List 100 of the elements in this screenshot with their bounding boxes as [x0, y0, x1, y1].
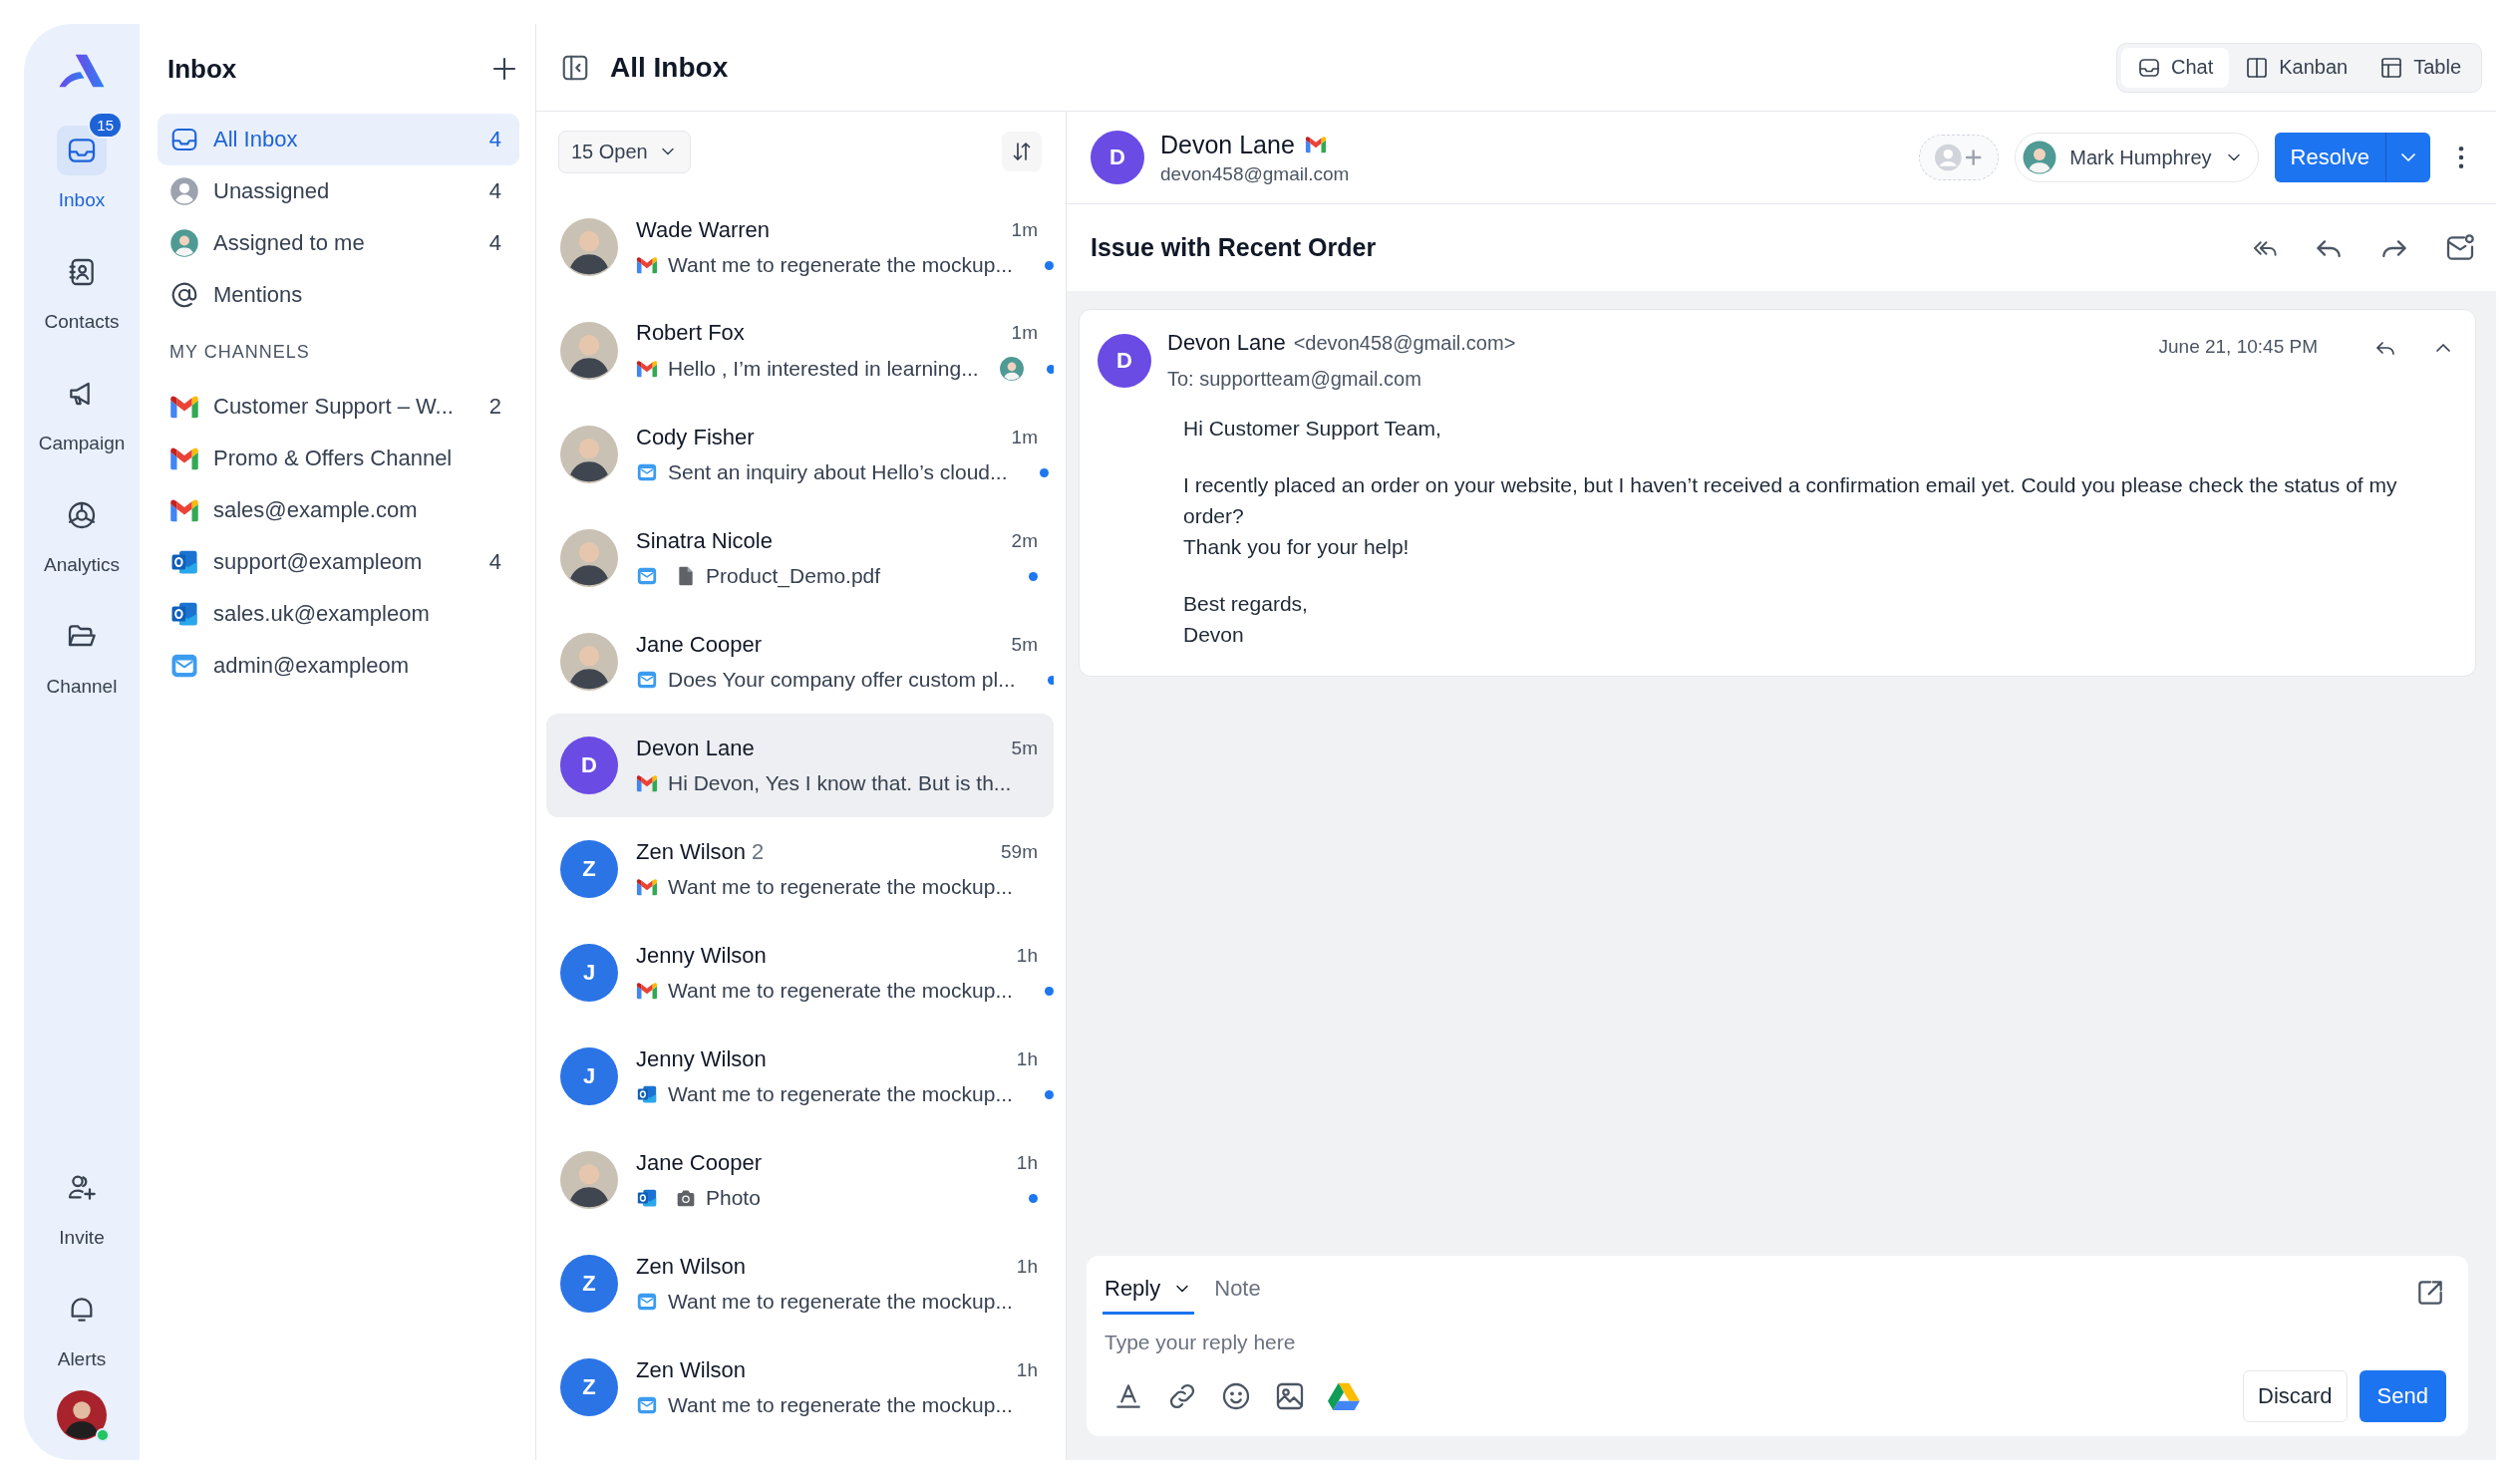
conversation-item[interactable]: Cody Fisher 1m Sent an inquiry about Hello’s cloud... — [546, 403, 1054, 506]
conversation-item[interactable]: Wade Warren 1m Want me to regenerate the mockup... — [546, 195, 1054, 299]
gmail-icon — [636, 772, 658, 794]
conversation-item[interactable]: Robert Fox 1m Hello , I’m interested in learning... — [546, 299, 1054, 403]
contact-name: Cody Fisher — [636, 425, 755, 450]
mail-icon — [636, 565, 658, 587]
nav-item[interactable]: Contacts — [32, 231, 132, 333]
avatar: D — [1091, 131, 1144, 184]
inbox-item[interactable]: All Inbox 4 — [158, 114, 519, 165]
nav-item[interactable]: 15 Inbox — [32, 110, 132, 211]
conversation-item[interactable]: Z Zen Wilson 1h Want me to regenerate the mockup... — [546, 1232, 1054, 1335]
message-preview: Want me to regenerate the mockup... — [668, 875, 1013, 899]
avatar: D — [560, 737, 618, 794]
view-tab[interactable]: Table — [2363, 47, 2477, 88]
emoji-icon[interactable] — [1220, 1380, 1252, 1412]
message-count: 2 — [752, 839, 765, 865]
inbox-item[interactable]: Mentions — [158, 269, 519, 321]
inbox-item[interactable]: Assigned to me 4 — [158, 217, 519, 269]
timestamp: 5m — [1011, 634, 1038, 656]
sender-email: <devon458@gmail.com> — [1293, 332, 1516, 355]
avatar: J — [560, 944, 618, 1002]
filter-dropdown[interactable]: 15 Open — [558, 130, 691, 173]
sort-icon[interactable] — [1002, 132, 1042, 171]
contact-name: Devon Lane — [636, 736, 755, 761]
message-preview: Want me to regenerate the mockup... — [668, 979, 1013, 1003]
gmail-icon — [636, 254, 658, 276]
inbox-item[interactable]: Unassigned 4 — [158, 165, 519, 217]
timestamp: 1m — [1011, 427, 1038, 448]
avatar — [2022, 140, 2058, 175]
inbox-item[interactable]: Promo & Offers Channel — [158, 433, 519, 484]
contact-name: Robert Fox — [636, 320, 745, 346]
inbox-item[interactable]: support@exampleom 4 — [158, 536, 519, 588]
reply-box[interactable]: Reply Note Type your reply here Discard Send — [1087, 1256, 2468, 1436]
conversation-item[interactable]: Jane Cooper 1h Photo — [546, 1128, 1054, 1232]
view-tab[interactable]: Kanban — [2229, 47, 2364, 88]
logo-icon[interactable] — [57, 52, 107, 90]
mail-icon — [636, 669, 658, 691]
email-subject: Issue with Recent Order — [1091, 233, 1377, 262]
avatar: Z — [560, 1358, 618, 1416]
avatar — [169, 228, 199, 258]
gmail-icon — [1304, 136, 1327, 153]
timestamp: 1h — [1016, 1152, 1038, 1174]
conversation-item[interactable]: D Devon Lane 5m Hi Devon, Yes I know that. But is th... — [546, 714, 1054, 817]
avatar — [560, 426, 618, 483]
message-preview: Hello , I’m interested in learning... — [668, 357, 979, 381]
timestamp: June 21, 10:45 PM — [2158, 336, 2318, 358]
contact-name: Jenny Wilson — [636, 943, 767, 969]
message-preview: Does Your company offer custom pl... — [668, 668, 1016, 692]
conversation-item[interactable]: Z Zen Wilson 1h Want me to regenerate the mockup... — [546, 1335, 1054, 1439]
contact-name: Sinatra Nicole — [636, 528, 773, 554]
camera-icon — [676, 1188, 696, 1208]
contact-name: Jenny Wilson — [636, 1046, 767, 1072]
avatar — [560, 322, 618, 380]
inbox-item[interactable]: sales.uk@exampleom — [158, 588, 519, 640]
nav-item[interactable]: Analytics — [32, 474, 132, 576]
sender-name: Devon Lane — [1167, 330, 1286, 356]
view-tab[interactable]: Chat — [2120, 47, 2230, 88]
at-sign-icon — [169, 280, 199, 310]
timestamp: 2m — [1011, 530, 1038, 552]
drive-icon[interactable] — [1328, 1380, 1360, 1412]
discard-button[interactable]: Discard — [2243, 1370, 2348, 1422]
analytics-icon — [66, 499, 98, 531]
nav-item[interactable]: Alerts — [32, 1269, 132, 1370]
avatar: Z — [560, 840, 618, 898]
inbox-item[interactable]: Customer Support – W... 2 — [158, 381, 519, 433]
inbox-item[interactable]: sales@example.com — [158, 484, 519, 536]
image-icon[interactable] — [1274, 1380, 1306, 1412]
email-text: I recently placed an order on your website, but I haven’t received a confirmation email yet. Could you please check the status of my order? — [1183, 472, 2398, 529]
timestamp: 1h — [1016, 945, 1038, 967]
outlook-icon — [636, 1187, 658, 1209]
panel-title: Inbox — [167, 53, 238, 85]
nav-item[interactable]: Channel — [32, 596, 132, 698]
inbox-item[interactable]: admin@exampleom — [158, 640, 519, 692]
conversation-item[interactable]: Z Zen Wilson 2 59m Want me to regenerate the mockup... — [546, 817, 1054, 921]
conversation-item[interactable]: Jane Cooper 5m Does Your company offer custom pl... — [546, 610, 1054, 714]
mail-icon — [636, 461, 658, 483]
message-preview: Product_Demo.pdf — [706, 564, 881, 588]
message-preview: Want me to regenerate the mockup... — [668, 1393, 1013, 1417]
conversation-item[interactable]: J Jenny Wilson 1h Want me to regenerate the mockup... — [546, 921, 1054, 1025]
user-icon — [169, 176, 199, 206]
user-avatar[interactable] — [57, 1390, 107, 1440]
section-title: MY CHANNELS — [168, 340, 311, 364]
avatar — [560, 218, 618, 276]
resolve-button[interactable]: Resolve — [2274, 133, 2385, 182]
nav-item[interactable]: Invite — [32, 1147, 132, 1249]
conversation-item[interactable]: Sinatra Nicole 2m Product_Demo.pdf — [546, 506, 1054, 610]
contact-name: Zen Wilson — [636, 839, 747, 865]
mail-icon — [636, 1291, 658, 1313]
nav-item[interactable]: Campaign — [32, 353, 132, 454]
message-preview: Want me to regenerate the mockup... — [668, 253, 1013, 277]
send-button[interactable]: Send — [2359, 1370, 2446, 1422]
assignee-dropdown[interactable]: Mark Humphrey — [2015, 133, 2259, 182]
composer-tab[interactable]: Note — [1212, 1270, 1263, 1315]
avatar: Z — [560, 1255, 618, 1313]
table-icon — [2379, 55, 2404, 80]
gmail-icon — [636, 980, 658, 1002]
conversation-item[interactable]: J Jenny Wilson 1h Want me to regenerate the mockup... — [546, 1025, 1054, 1128]
resolve-options-button[interactable] — [2385, 133, 2430, 182]
timestamp: 59m — [1001, 841, 1038, 863]
avatar: D — [1098, 334, 1151, 388]
